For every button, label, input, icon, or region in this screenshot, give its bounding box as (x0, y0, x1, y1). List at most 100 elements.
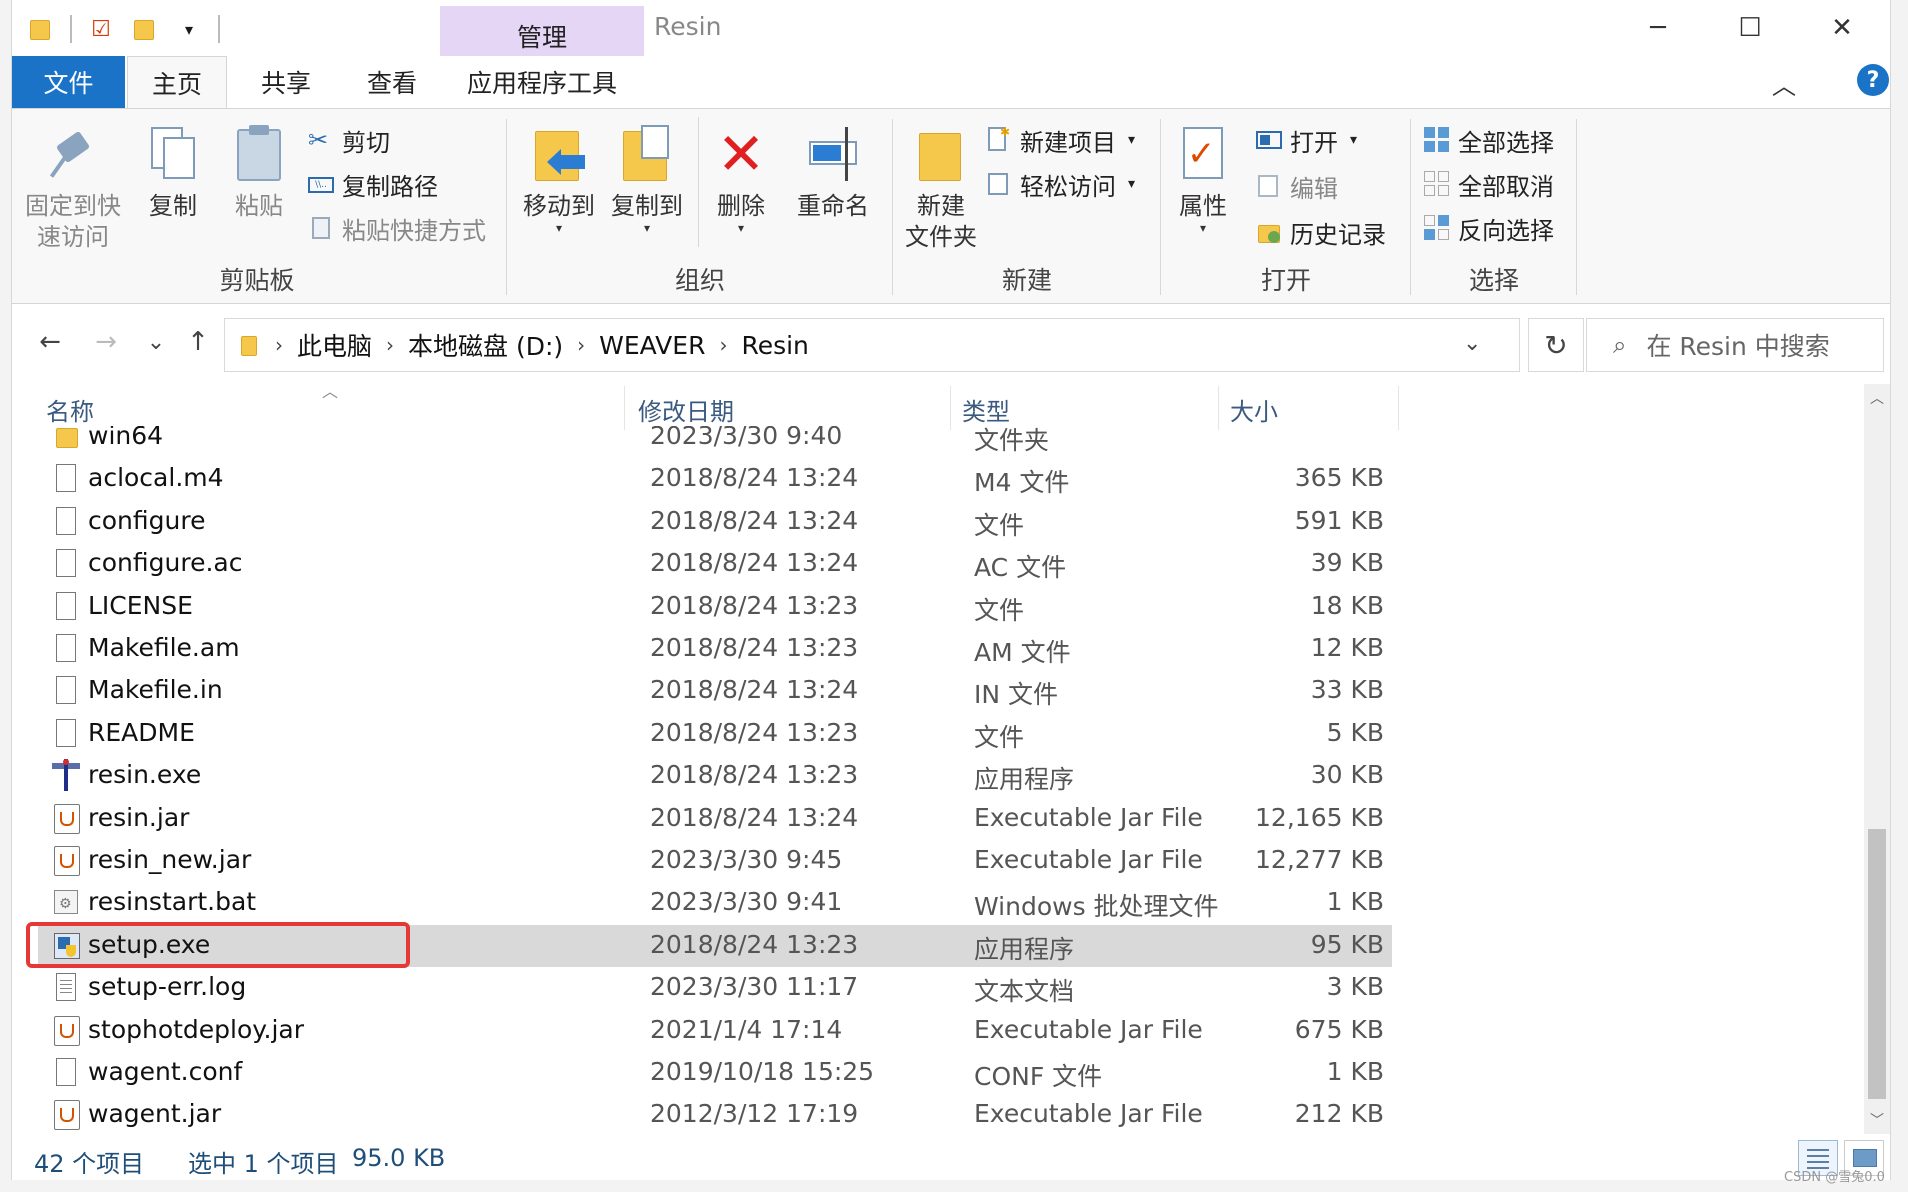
scroll-down-icon[interactable]: ﹀ (1864, 1106, 1890, 1134)
copy-button[interactable]: 复制 (138, 123, 208, 222)
file-row[interactable]: setup-err.log 2023/3/30 11:17 文本文档 3 KB (38, 967, 1392, 1009)
column-header-type[interactable]: 类型 (962, 392, 1010, 427)
address-bar[interactable]: › 此电脑 › 本地磁盘 (D:) › WEAVER › Resin ⌄ (224, 318, 1520, 372)
history-button[interactable]: 历史记录 (1256, 215, 1386, 249)
edit-button[interactable]: 编辑 (1256, 169, 1338, 203)
column-separator[interactable] (1218, 386, 1219, 430)
close-button[interactable]: ✕ (1796, 0, 1888, 56)
file-row[interactable]: resin_new.jar 2023/3/30 9:45 Executable Ja… (38, 840, 1392, 882)
chevron-down-icon[interactable]: ⌄ (1463, 331, 1481, 356)
scroll-up-icon[interactable]: ︿ (1864, 384, 1890, 412)
file-row[interactable]: configure 2018/8/24 13:24 文件 591 KB (38, 501, 1392, 543)
forward-arrow-icon[interactable]: → (88, 324, 124, 360)
copy-path-icon: \\.. (308, 171, 334, 197)
file-name: stophotdeploy.jar (88, 1014, 305, 1044)
properties-check-icon[interactable]: ☑ (86, 14, 116, 44)
highlight-annotation (26, 922, 410, 968)
navigation-bar: ← → ⌄ ↑ › 此电脑 › 本地磁盘 (D:) › WEAVER › Res… (12, 310, 1890, 376)
file-date: 2018/8/24 13:23 (650, 717, 859, 747)
breadcrumb-resin[interactable]: Resin (741, 331, 808, 360)
tab-file[interactable]: 文件 (12, 56, 125, 108)
file-row[interactable]: win64 2023/3/30 9:40 文件夹 (38, 426, 1392, 458)
delete-x-icon: ✕ (716, 120, 766, 188)
tab-share[interactable]: 共享 (236, 56, 336, 108)
up-arrow-icon[interactable]: ↑ (180, 324, 216, 360)
paste-button[interactable]: 粘贴 (224, 123, 294, 222)
copy-path-button[interactable]: \\.. 复制路径 (308, 167, 438, 201)
copy-to-button[interactable]: 复制到 ▾ (606, 123, 688, 234)
file-date: 2018/8/24 13:23 (650, 760, 859, 790)
column-separator[interactable] (624, 386, 625, 430)
chevron-right-icon: › (719, 333, 728, 357)
file-row[interactable]: resin.exe 2018/8/24 13:23 应用程序 30 KB (38, 755, 1392, 797)
file-date: 2023/3/30 9:40 (650, 426, 843, 450)
select-none-button[interactable]: 全部取消 (1424, 167, 1554, 201)
status-bar: 42 个项目 选中 1 个项目 95.0 KB (12, 1136, 1890, 1180)
new-item-button[interactable]: ✱ 新建项目 ▾ (986, 123, 1135, 157)
search-icon: ⌕ (1613, 331, 1627, 359)
column-separator[interactable] (1398, 386, 1399, 430)
context-tab-manage[interactable]: 管理 (440, 18, 644, 54)
delete-label: 删除 (717, 192, 765, 220)
file-row[interactable]: Makefile.am 2018/8/24 13:23 AM 文件 12 KB (38, 628, 1392, 670)
invert-selection-button[interactable]: 反向选择 (1424, 211, 1554, 245)
column-separator[interactable] (950, 386, 951, 430)
column-header-date[interactable]: 修改日期 (638, 392, 734, 427)
file-date: 2018/8/24 13:23 (650, 633, 859, 662)
breadcrumb-weaver[interactable]: WEAVER (599, 331, 705, 360)
back-arrow-icon[interactable]: ← (32, 324, 68, 360)
tab-view[interactable]: 查看 (342, 56, 442, 108)
tab-app-tools[interactable]: 应用程序工具 (440, 56, 644, 108)
jar-icon (52, 1014, 82, 1048)
move-to-button[interactable]: 移动到 ▾ (518, 123, 600, 234)
file-row[interactable]: README 2018/8/24 13:23 文件 5 KB (38, 713, 1392, 755)
recent-locations-icon[interactable]: ⌄ (138, 324, 174, 360)
scrollbar-thumb[interactable] (1868, 829, 1886, 1099)
open-button[interactable]: 打开 ▾ (1256, 123, 1357, 157)
file-row[interactable]: wagent.conf 2019/10/18 15:25 CONF 文件 1 KB (38, 1052, 1392, 1094)
file-row[interactable]: Makefile.in 2018/8/24 13:24 IN 文件 33 KB (38, 670, 1392, 712)
refresh-icon[interactable]: ↻ (1528, 318, 1584, 372)
collapse-ribbon-icon[interactable]: ︿ (1772, 66, 1796, 101)
file-row[interactable]: stophotdeploy.jar 2021/1/4 17:14 Executabl… (38, 1010, 1392, 1052)
select-all-label: 全部选择 (1458, 128, 1554, 157)
maximize-button[interactable]: ☐ (1704, 0, 1796, 56)
easy-access-button[interactable]: 轻松访问 ▾ (986, 167, 1135, 201)
tab-home[interactable]: 主页 (127, 56, 227, 109)
cut-button[interactable]: ✂ 剪切 (308, 123, 390, 157)
select-all-button[interactable]: 全部选择 (1424, 123, 1554, 157)
file-size: 39 KB (1310, 548, 1384, 578)
column-header-name[interactable]: 名称 (46, 392, 94, 427)
breadcrumb: › 此电脑 › 本地磁盘 (D:) › WEAVER › Resin (239, 319, 809, 371)
file-type: IN 文件 (974, 680, 1059, 710)
file-row[interactable]: aclocal.m4 2018/8/24 13:24 M4 文件 365 KB (38, 458, 1392, 500)
breadcrumb-this-pc[interactable]: 此电脑 (297, 327, 372, 363)
rename-button[interactable]: 重命名 (788, 123, 878, 222)
customize-qat-icon[interactable]: ▾ (174, 14, 204, 44)
new-folder-button[interactable]: 新建 文件夹 (900, 123, 982, 253)
copy-to-icon (619, 123, 675, 185)
column-header-size[interactable]: 大小 (1230, 392, 1278, 427)
properties-button[interactable]: ✓ 属性 ▾ (1168, 123, 1238, 234)
breadcrumb-local-disk[interactable]: 本地磁盘 (D:) (408, 327, 563, 363)
file-type: 文件 (974, 595, 1025, 625)
file-row[interactable]: wagent.jar 2012/3/12 17:19 Executable Jar … (38, 1094, 1392, 1136)
file-type: Windows 批处理文件 (974, 892, 1219, 922)
file-size: 591 KB (1294, 505, 1384, 535)
help-icon[interactable]: ? (1857, 64, 1889, 96)
ribbon: 固定到快 速访问 复制 粘贴 ✂ 剪切 \\.. 复制路径 粘贴快捷方式 剪贴板… (12, 108, 1890, 304)
file-row[interactable]: LICENSE 2018/8/24 13:23 文件 18 KB (38, 586, 1392, 628)
watermark: CSDN @雪兔0.0 (1784, 1170, 1885, 1185)
search-box[interactable]: ⌕ 在 Resin 中搜索 (1586, 318, 1884, 372)
file-row[interactable]: configure.ac 2018/8/24 13:24 AC 文件 39 KB (38, 543, 1392, 585)
explorer-window: ☑ ▾ 管理 Resin ─ ☐ ✕ 文件 主页 共享 查看 应用程序工具 ︿ … (12, 0, 1890, 1180)
vertical-scrollbar[interactable]: ︿ ﹀ (1864, 384, 1890, 1134)
new-folder-icon[interactable] (130, 14, 160, 44)
file-row[interactable]: ⚙ resinstart.bat 2023/3/30 9:41 Windows 批处理… (38, 882, 1392, 924)
delete-button[interactable]: ✕ 删除 ▾ (706, 123, 776, 234)
rename-icon (805, 123, 861, 185)
pin-quick-access-button[interactable]: 固定到快 速访问 (24, 123, 122, 253)
file-row[interactable]: resin.jar 2018/8/24 13:24 Executable Jar F… (38, 798, 1392, 840)
paste-shortcut-button[interactable]: 粘贴快捷方式 (308, 211, 486, 245)
minimize-button[interactable]: ─ (1612, 0, 1704, 56)
